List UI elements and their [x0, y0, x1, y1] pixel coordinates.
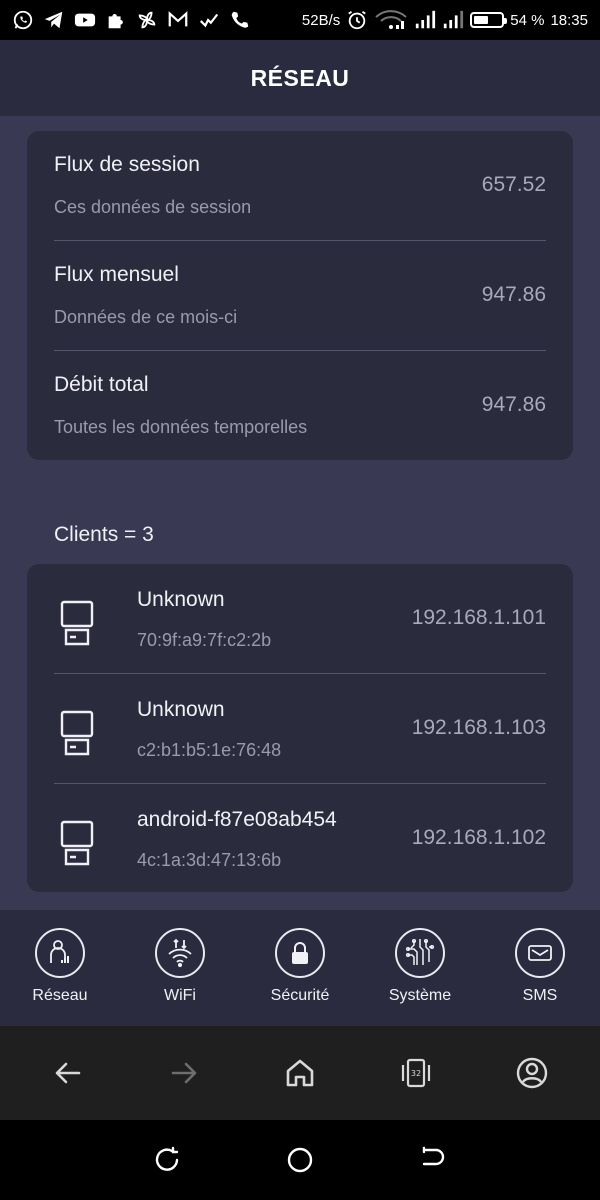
- home-icon: [286, 1059, 314, 1087]
- tab-label: Sécurité: [270, 987, 330, 1004]
- client-ip-address: 192.168.1.102: [411, 826, 546, 849]
- app-header: RÉSEAU: [0, 40, 600, 116]
- clients-count-heading: Clients = 3: [54, 523, 154, 546]
- tabs-button[interactable]: 32: [396, 1053, 436, 1093]
- page-title: RÉSEAU: [250, 64, 350, 91]
- clock: 18:35: [550, 11, 588, 29]
- back-nav-button[interactable]: [415, 1142, 451, 1178]
- forward-button[interactable]: [164, 1053, 204, 1093]
- lock-icon: [275, 928, 325, 978]
- computer-icon: [60, 820, 94, 866]
- stat-subtitle: Ces données de session: [54, 197, 252, 217]
- client-name: Unknown: [137, 698, 225, 721]
- tab-label: SMS: [522, 987, 558, 1004]
- stat-value: 657.52: [481, 173, 546, 196]
- stat-row-session: Flux de session Ces données de session 6…: [54, 131, 546, 241]
- back-icon: [423, 1146, 445, 1166]
- stat-value: 947.86: [481, 393, 546, 416]
- battery-percent: 54 %: [510, 11, 545, 29]
- tab-wifi[interactable]: WiFi: [120, 910, 240, 1026]
- stat-value: 947.86: [481, 283, 546, 306]
- client-item[interactable]: Unknown c2:b1:b5:1e:76:48 192.168.1.103: [54, 674, 546, 784]
- wifi-icon: [374, 9, 408, 31]
- signal-icon: [442, 9, 464, 31]
- stat-row-monthly: Flux mensuel Données de ce mois-ci 947.8…: [54, 241, 546, 351]
- client-mac-address: 4c:1a:3d:47:13:6b: [137, 850, 282, 870]
- client-mac-address: 70:9f:a9:7f:c2:2b: [137, 630, 272, 650]
- battery-icon: [470, 12, 508, 28]
- phone-icon: [229, 9, 251, 31]
- battery-level: [474, 16, 489, 24]
- screen: 52B/s 54 % 18:35 RÉSEAU Flux de session …: [0, 0, 600, 1200]
- envelope-icon: [515, 928, 565, 978]
- status-bar: 52B/s 54 % 18:35: [0, 0, 600, 40]
- tab-count: 32: [411, 1069, 421, 1078]
- pinwheel-icon: [136, 9, 158, 31]
- computer-icon: [60, 710, 94, 756]
- tab-securite[interactable]: Sécurité: [240, 910, 360, 1026]
- browser-toolbar: 32: [0, 1026, 600, 1120]
- network-speed: 52B/s: [301, 11, 341, 29]
- gmail-icon: [167, 9, 189, 31]
- traffic-stats-card: Flux de session Ces données de session 6…: [27, 131, 573, 460]
- check-icon: [198, 9, 220, 31]
- youtube-icon: [74, 9, 96, 31]
- profile-icon: [516, 1057, 548, 1089]
- back-button[interactable]: [48, 1053, 88, 1093]
- telegram-icon: [43, 9, 65, 31]
- tab-label: WiFi: [164, 987, 196, 1004]
- system-indicators: 52B/s 54 % 18:35: [302, 9, 588, 31]
- whatsapp-icon: [12, 9, 34, 31]
- stat-row-total: Débit total Toutes les données temporell…: [54, 351, 546, 461]
- puzzle-icon: [105, 9, 127, 31]
- stat-title: Flux mensuel: [54, 263, 179, 286]
- clients-list-card: Unknown 70:9f:a9:7f:c2:2b 192.168.1.101 …: [27, 564, 573, 892]
- client-name: android-f87e08ab454: [137, 808, 337, 831]
- circuit-icon: [395, 928, 445, 978]
- recent-apps-button[interactable]: [149, 1142, 185, 1178]
- bottom-tab-bar: Réseau WiFi Sécurité Système SMS: [0, 910, 600, 1026]
- stat-title: Débit total: [54, 373, 149, 396]
- notification-icons: [12, 9, 251, 31]
- computer-icon: [60, 600, 94, 646]
- recent-apps-icon: [155, 1146, 178, 1171]
- tab-systeme[interactable]: Système: [360, 910, 480, 1026]
- home-nav-button[interactable]: [282, 1142, 318, 1178]
- back-arrow-icon: [55, 1062, 81, 1084]
- forward-arrow-icon: [171, 1062, 197, 1084]
- client-item[interactable]: android-f87e08ab454 4c:1a:3d:47:13:6b 19…: [54, 784, 546, 894]
- home-circle-icon: [287, 1147, 313, 1173]
- client-ip-address: 192.168.1.101: [411, 606, 546, 629]
- client-ip-address: 192.168.1.103: [411, 716, 546, 739]
- stat-subtitle: Données de ce mois-ci: [54, 307, 238, 327]
- client-item[interactable]: Unknown 70:9f:a9:7f:c2:2b 192.168.1.101: [54, 564, 546, 674]
- client-name: Unknown: [137, 588, 225, 611]
- profile-button[interactable]: [512, 1053, 552, 1093]
- alarm-icon: [346, 9, 368, 31]
- tab-label: Réseau: [32, 987, 88, 1004]
- wifi-transfer-icon: [155, 928, 205, 978]
- home-button[interactable]: [280, 1053, 320, 1093]
- tabs-icon: 32: [401, 1058, 431, 1088]
- stat-title: Flux de session: [54, 153, 200, 176]
- tab-label: Système: [388, 987, 452, 1004]
- network-user-icon: [35, 928, 85, 978]
- signal-icon: [414, 9, 436, 31]
- stat-subtitle: Toutes les données temporelles: [54, 417, 308, 437]
- client-mac-address: c2:b1:b5:1e:76:48: [137, 740, 282, 760]
- tab-sms[interactable]: SMS: [480, 910, 600, 1026]
- tab-reseau[interactable]: Réseau: [0, 910, 120, 1026]
- system-navigation-bar: [0, 1120, 600, 1200]
